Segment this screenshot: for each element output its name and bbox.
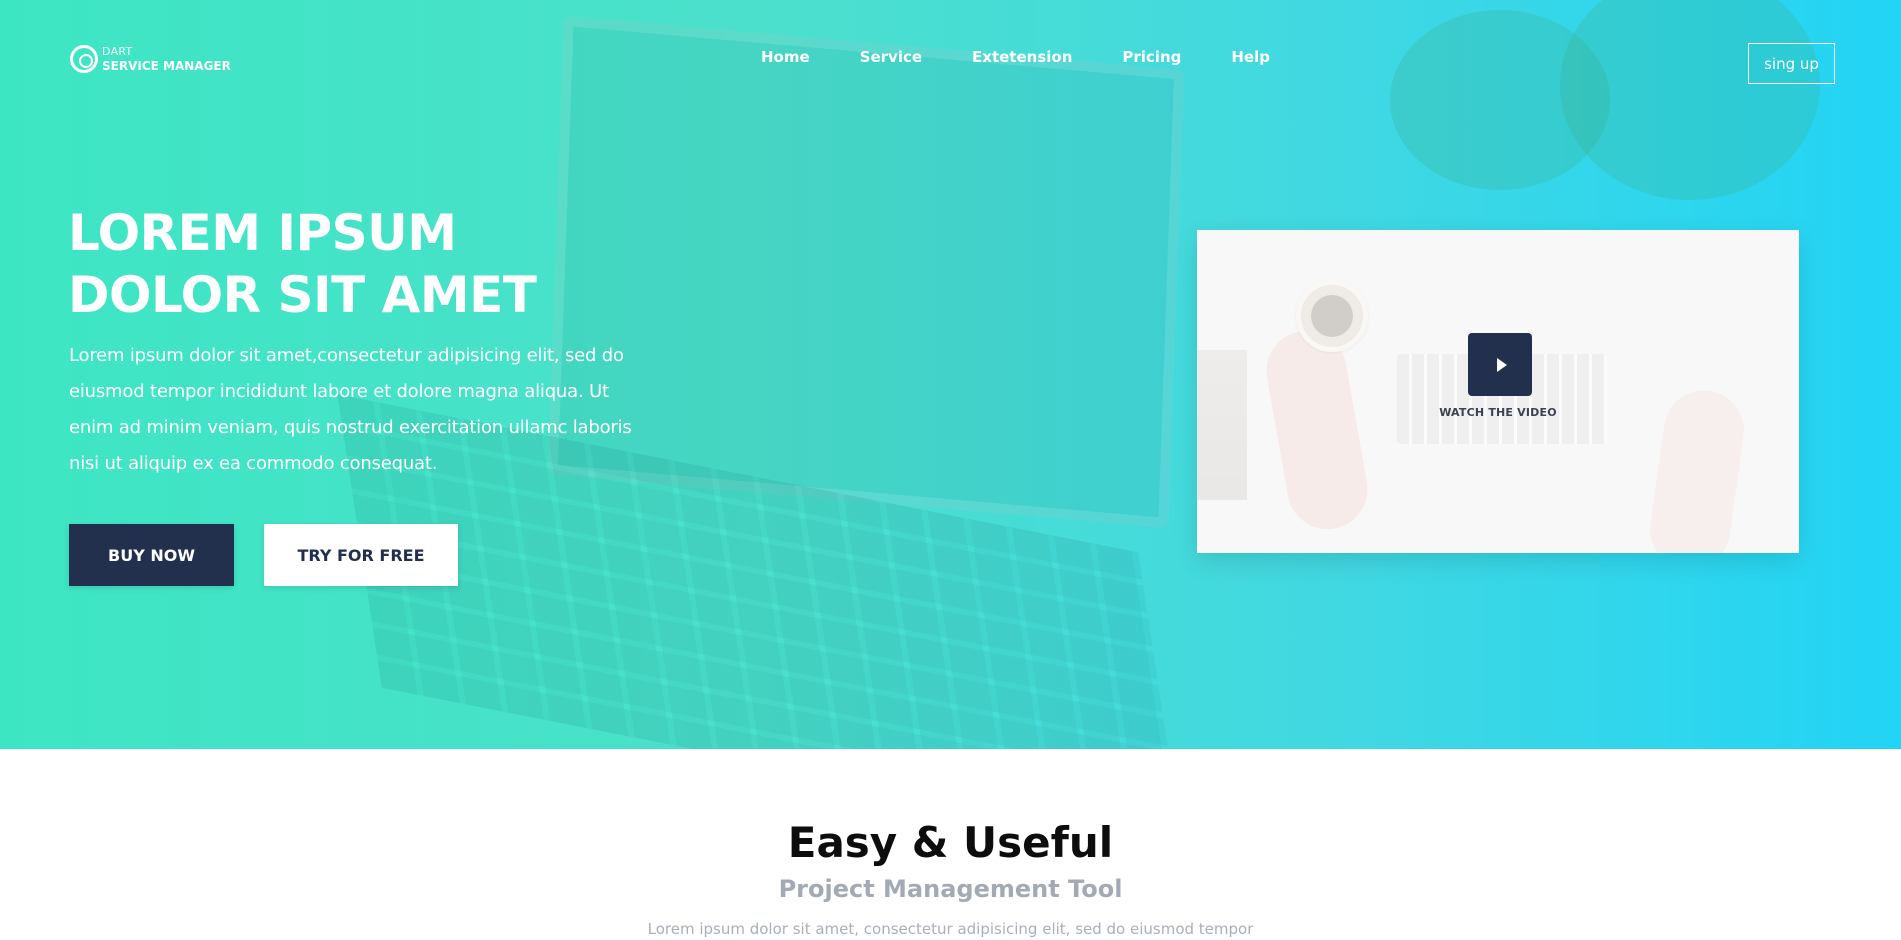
features-subtitle: Project Management Tool (778, 875, 1123, 903)
brand-line2: SERVICE MANAGER (102, 59, 231, 73)
hero-title-line2: DOLOR SIT AMET (68, 266, 537, 324)
target-logo-icon (70, 45, 98, 73)
hero-lead-text: Lorem ipsum dolor sit amet,consectetur a… (69, 345, 632, 474)
signup-button[interactable]: sing up (1748, 43, 1835, 84)
brand-logo[interactable]: DART SERVICE MANAGER (70, 45, 231, 73)
features-title: Easy & Useful (787, 818, 1114, 867)
nav-pricing[interactable]: Pricing (1122, 48, 1181, 66)
video-card[interactable]: WATCH THE VIDEO (1197, 230, 1799, 553)
nav-help[interactable]: Help (1231, 48, 1270, 66)
plant-background-2 (1560, 0, 1820, 200)
watch-video-label: WATCH THE VIDEO (1439, 406, 1557, 419)
main-nav: Home Service Extetension Pricing Help (761, 48, 1270, 66)
features-text: Lorem ipsum dolor sit amet, consectetur … (647, 920, 1254, 938)
try-free-button[interactable]: TRY FOR FREE (264, 524, 458, 586)
hero-title: LOREM IPSUM DOLOR SIT AMET (68, 202, 537, 326)
play-icon (1496, 357, 1507, 372)
nav-extension[interactable]: Extetension (972, 48, 1072, 66)
hero-section: DART SERVICE MANAGER Home Service Extete… (0, 0, 1901, 749)
play-video-button[interactable] (1468, 333, 1532, 396)
nav-home[interactable]: Home (761, 48, 810, 66)
buy-now-button[interactable]: BUY NOW (69, 524, 234, 586)
nav-service[interactable]: Service (860, 48, 922, 66)
hero-title-line1: LOREM IPSUM (68, 204, 457, 262)
brand-line1: DART (102, 45, 133, 58)
